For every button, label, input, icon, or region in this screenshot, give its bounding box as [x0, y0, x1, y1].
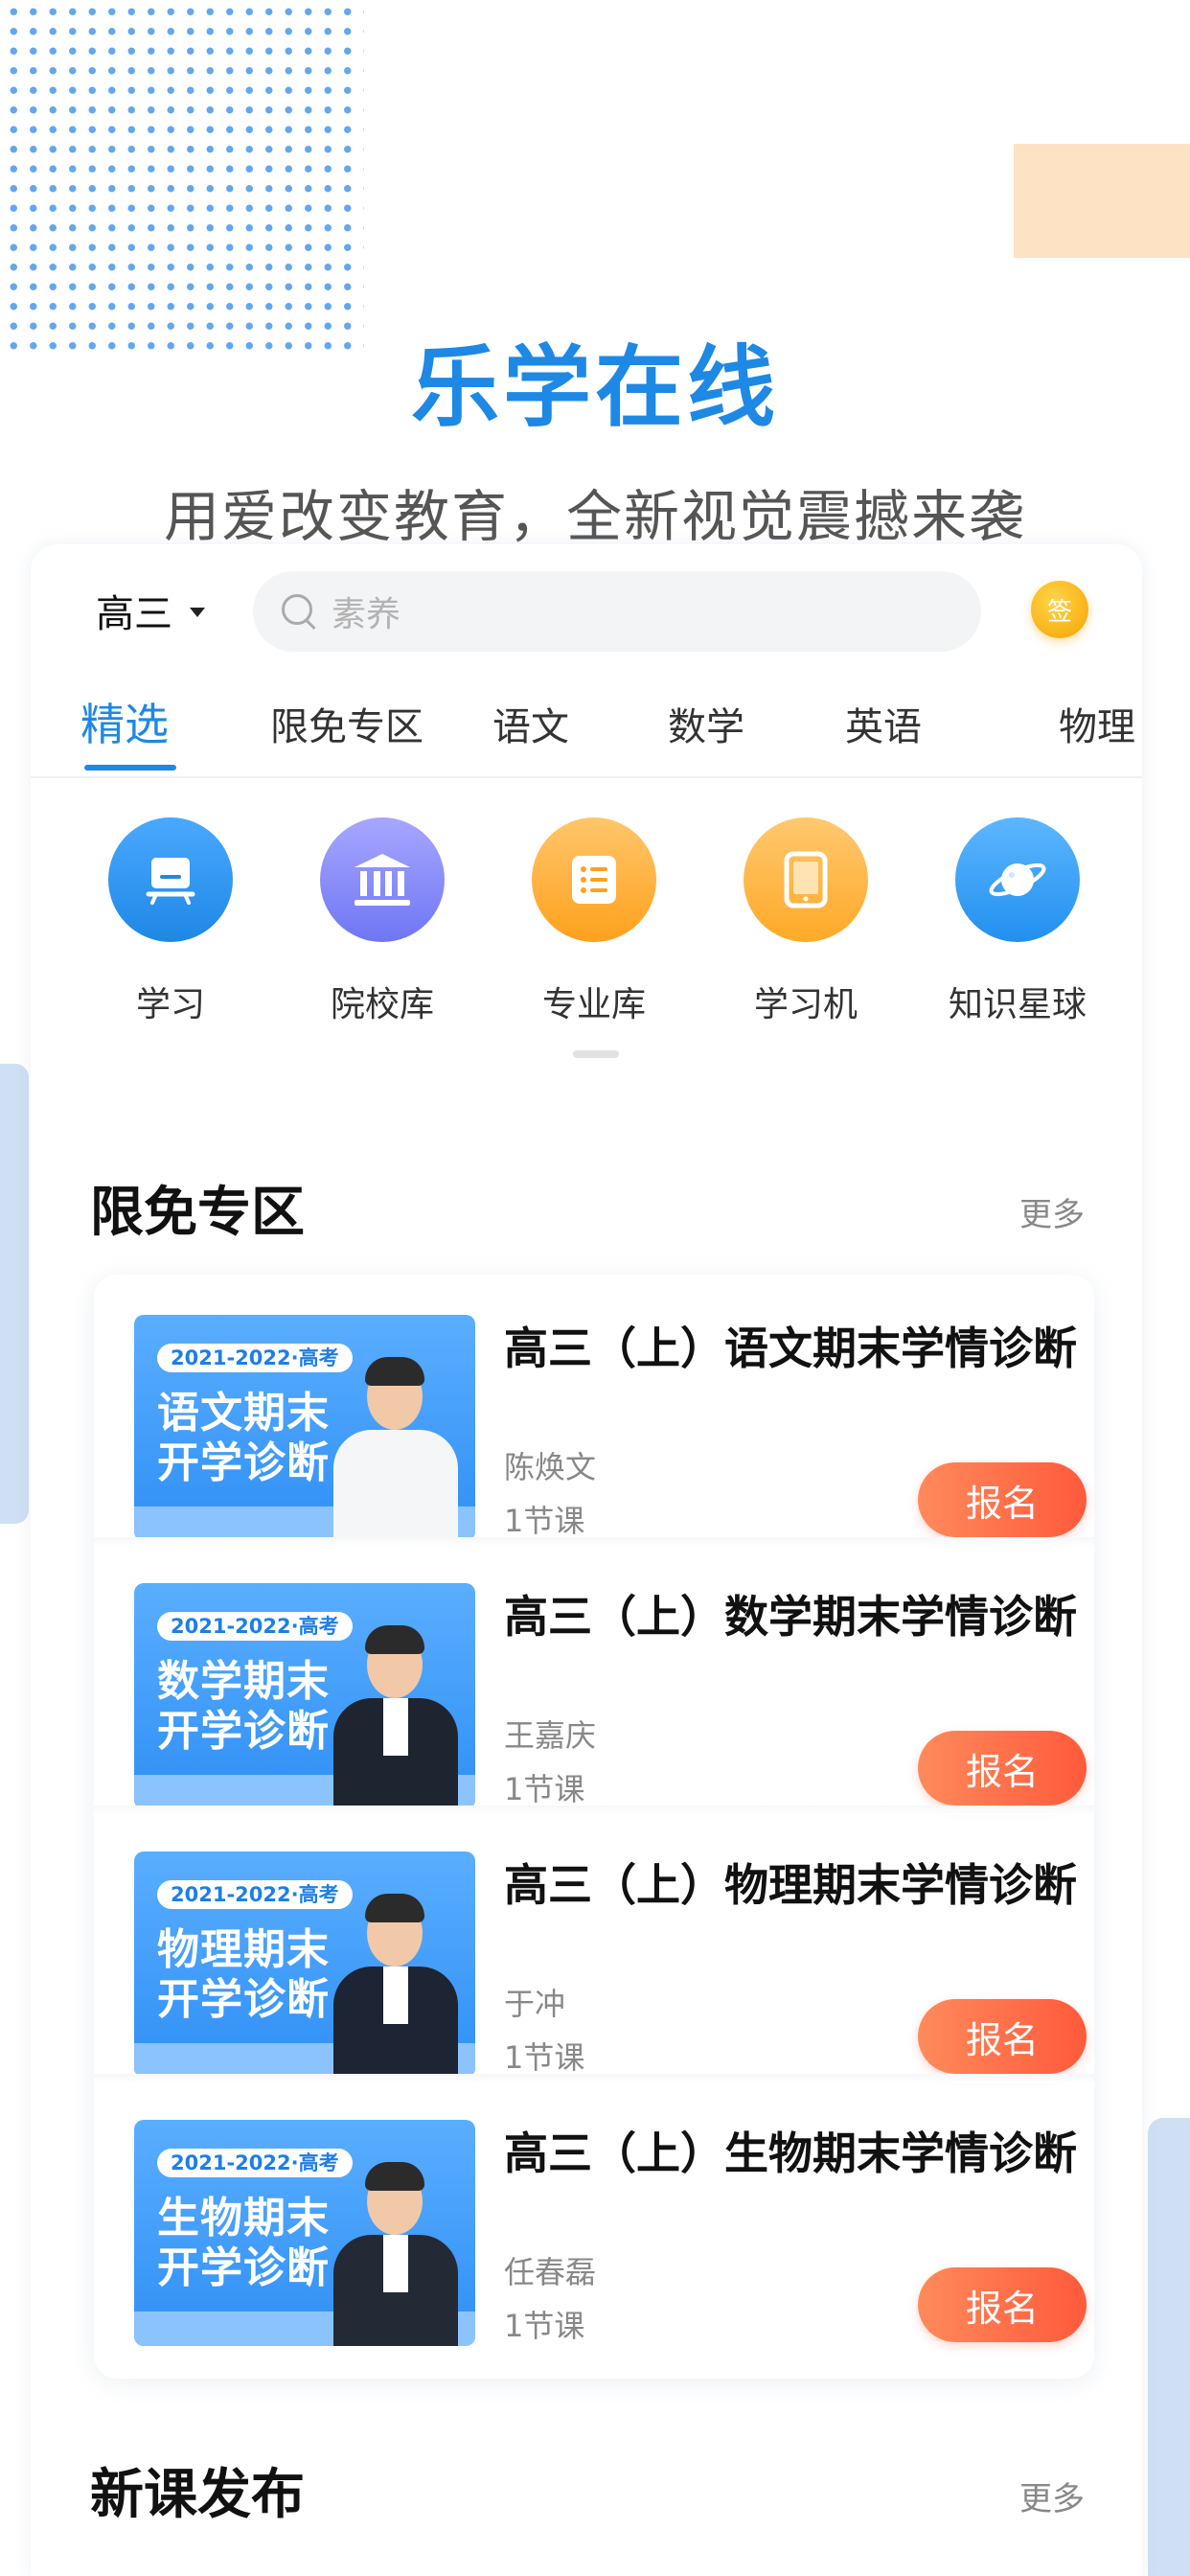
enroll-button[interactable]: 报名: [918, 1731, 1087, 1806]
grade-selector[interactable]: 高三: [96, 583, 205, 638]
free-section-more-link[interactable]: 更多: [1019, 1188, 1085, 1235]
course-teacher: 王嘉庆: [504, 1717, 597, 1754]
teacher-photo: [333, 2154, 458, 2346]
course-item[interactable]: 2021-2022·高考 语文期末 开学诊断 高三（上）语文期末学情诊断 陈焕文…: [94, 1275, 1094, 1541]
quick-entry-major[interactable]: 专业库: [498, 817, 690, 1026]
tab-free-zone[interactable]: 限免专区: [270, 696, 423, 751]
new-section-title: 新课发布: [90, 2464, 305, 2526]
quick-entry-learning-device[interactable]: 学习机: [710, 817, 902, 1026]
teacher-photo: [333, 1886, 458, 2078]
tab-chinese[interactable]: 语文: [492, 696, 569, 751]
quick-entry-study[interactable]: 学习: [75, 817, 266, 1026]
enroll-button[interactable]: 报名: [918, 1462, 1087, 1537]
quick-entry-label: 院校库: [330, 985, 434, 1024]
course-title: 高三（上）语文期末学情诊断: [504, 1322, 1077, 1374]
tab-math[interactable]: 数学: [668, 696, 744, 751]
planet-icon: [955, 817, 1080, 942]
quick-entry-university[interactable]: 院校库: [286, 817, 478, 1026]
course-item[interactable]: 2021-2022·高考 数学期末 开学诊断 高三（上）数学期末学情诊断 王嘉庆…: [94, 1543, 1094, 1809]
teacher-photo: [333, 1349, 458, 1541]
thumb-tag: 2021-2022·高考: [157, 1880, 353, 1909]
course-item[interactable]: 2021-2022·高考 生物期末 开学诊断 高三（上）生物期末学情诊断 任春磊…: [94, 2080, 1094, 2346]
thumb-line-2: 开学诊断: [157, 1975, 330, 2024]
course-lesson-count: 1节课: [504, 1771, 585, 1807]
thumb-line-2: 开学诊断: [157, 2243, 330, 2292]
quick-entry-label: 知识星球: [948, 985, 1087, 1024]
study-icon: [108, 817, 233, 942]
top-bar: 高三 素养 签: [31, 544, 1142, 678]
course-lesson-count: 1节课: [504, 2308, 585, 2344]
tab-english[interactable]: 英语: [845, 696, 922, 751]
thumb-tag: 2021-2022·高考: [157, 1612, 353, 1641]
enroll-button[interactable]: 报名: [918, 1999, 1087, 2074]
course-teacher: 于冲: [504, 1986, 566, 2022]
thumb-tag: 2021-2022·高考: [157, 2149, 353, 2177]
page-indicator: [573, 1050, 619, 1058]
course-lesson-count: 1节课: [504, 2039, 585, 2076]
quick-entry-knowledge-planet[interactable]: 知识星球: [922, 817, 1113, 1026]
course-thumbnail: 2021-2022·高考 物理期末 开学诊断: [134, 1852, 475, 2078]
sign-in-label: 签: [1046, 597, 1072, 627]
search-placeholder: 素养: [332, 595, 401, 634]
thumb-line-2: 开学诊断: [157, 1438, 330, 1487]
caret-down-icon: [190, 608, 205, 617]
course-item[interactable]: 2021-2022·高考 物理期末 开学诊断 高三（上）物理期末学情诊断 于冲 …: [94, 1811, 1094, 2078]
tab-featured[interactable]: 精选: [80, 690, 169, 753]
sign-in-button[interactable]: 签: [1031, 581, 1088, 638]
teacher-photo: [333, 1618, 458, 1809]
new-section-more-link[interactable]: 更多: [1019, 2472, 1085, 2519]
university-icon: [320, 817, 445, 942]
left-blue-decoration: [0, 1064, 29, 1524]
course-thumbnail: 2021-2022·高考 语文期末 开学诊断: [134, 1315, 475, 1541]
hero-title: 乐学在线: [410, 336, 779, 439]
right-blue-decoration: [1148, 2118, 1190, 2576]
grade-label: 高三: [96, 592, 172, 636]
course-title: 高三（上）物理期末学情诊断: [504, 1859, 1077, 1911]
course-teacher: 任春磊: [504, 2254, 597, 2290]
course-teacher: 陈焕文: [504, 1449, 597, 1485]
free-course-list: 2021-2022·高考 语文期末 开学诊断 高三（上）语文期末学情诊断 陈焕文…: [94, 1275, 1094, 2379]
course-title: 高三（上）数学期末学情诊断: [504, 1591, 1077, 1643]
category-tabs: 精选 限免专区 语文 数学 英语 物理: [31, 688, 1142, 778]
tab-physics[interactable]: 物理: [1059, 696, 1135, 751]
tablet-icon: [744, 817, 868, 942]
search-input[interactable]: 素养: [253, 571, 981, 652]
quick-entry-label: 学习机: [753, 985, 858, 1024]
app-screen: 高三 素养 签 精选 限免专区 语文 数学 英语 物理 学习 院校库 专业库 学…: [31, 544, 1142, 2576]
enroll-button[interactable]: 报名: [918, 2267, 1087, 2342]
course-thumbnail: 2021-2022·高考 数学期末 开学诊断: [134, 1583, 475, 1809]
course-thumbnail: 2021-2022·高考 生物期末 开学诊断: [134, 2120, 475, 2346]
free-section-title: 限免专区: [90, 1182, 305, 1244]
search-icon: [280, 592, 318, 631]
active-tab-indicator: [84, 765, 176, 770]
thumb-tag: 2021-2022·高考: [157, 1344, 353, 1372]
quick-entry-label: 学习: [135, 985, 205, 1024]
peach-block-decoration: [1014, 144, 1190, 258]
dot-pattern-decoration: [0, 0, 364, 350]
hero-subtitle: 用爱改变教育，全新视觉震撼来袭: [163, 484, 1026, 549]
thumb-line-2: 开学诊断: [157, 1707, 330, 1756]
course-lesson-count: 1节课: [504, 1503, 585, 1539]
quick-entry-grid: 学习 院校库 专业库 学习机 知识星球: [31, 817, 1142, 1105]
quick-entry-label: 专业库: [541, 985, 646, 1024]
major-list-icon: [532, 817, 656, 942]
course-title: 高三（上）生物期末学情诊断: [504, 2128, 1077, 2179]
